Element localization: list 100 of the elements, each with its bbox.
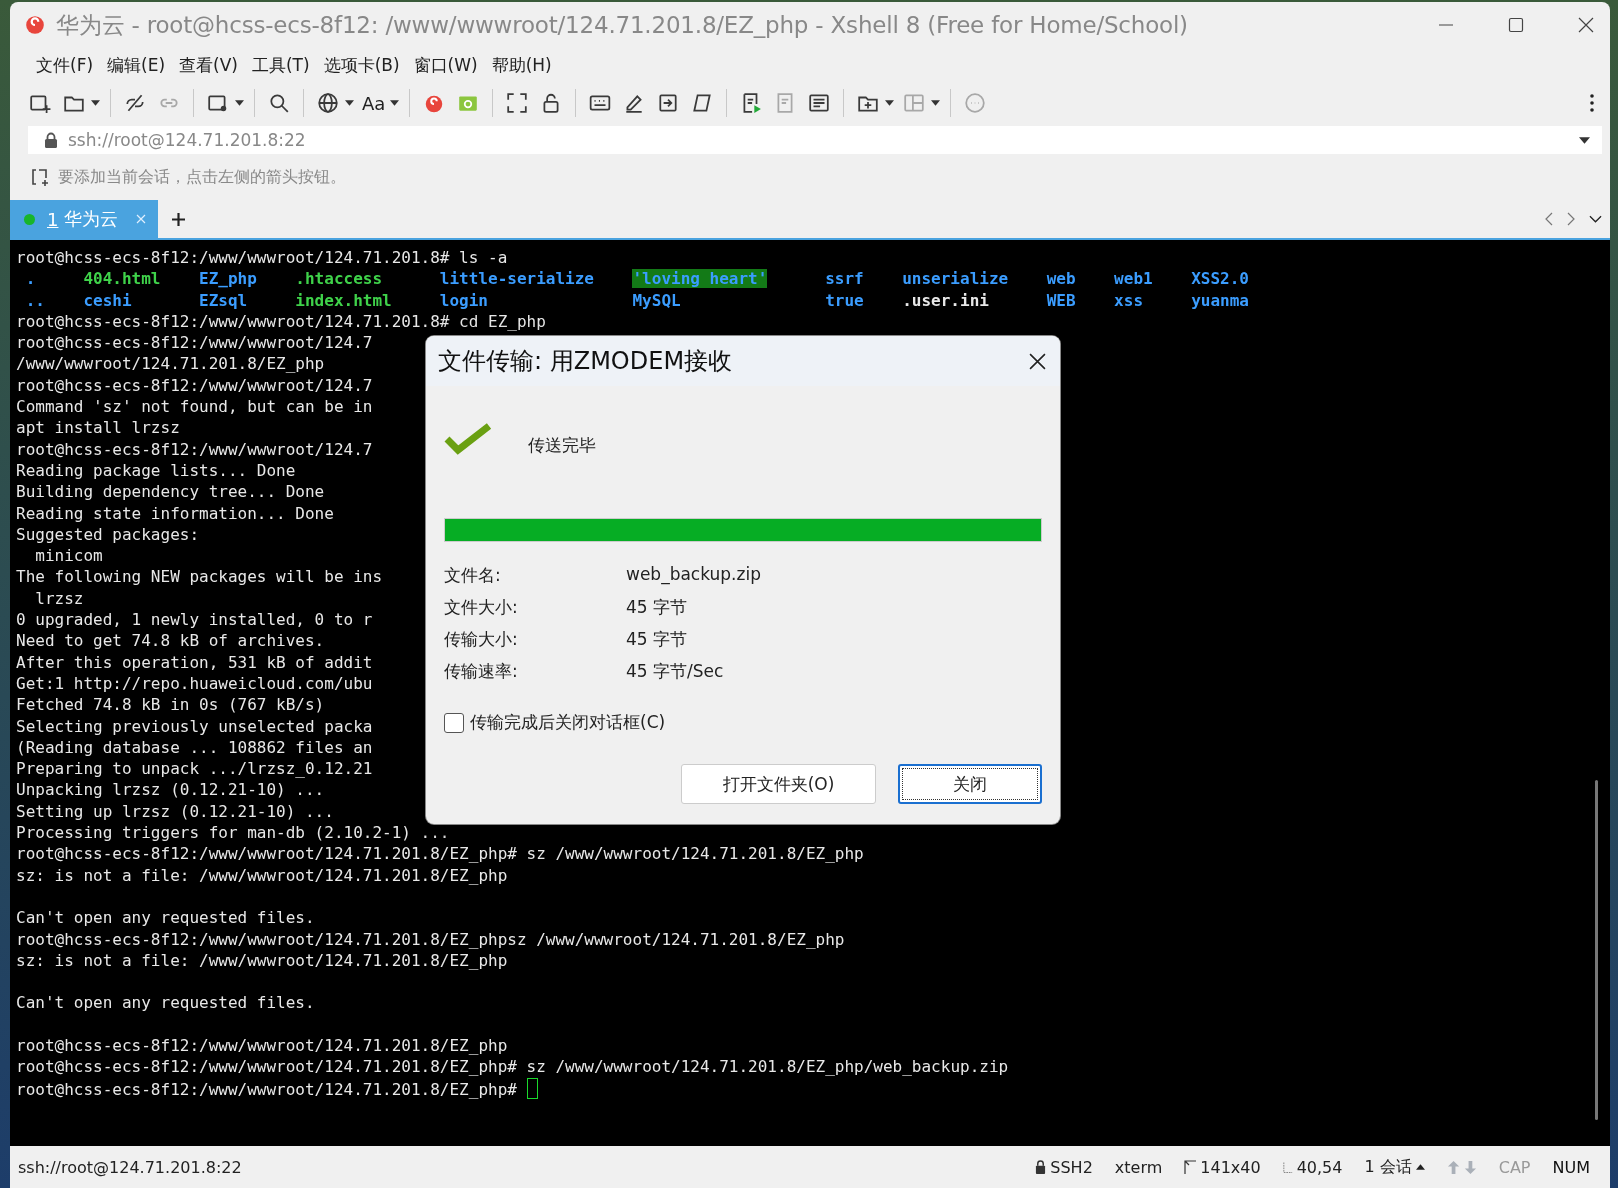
terminal-line: 0 upgraded, 1 newly installed, 0 to r [16, 610, 373, 630]
file-name: true [825, 290, 864, 310]
dropdown-icon[interactable] [1579, 136, 1590, 144]
terminal-line: Processing triggers for man-db (2.10.2-1) ... [16, 823, 450, 842]
file-name: login [439, 290, 488, 310]
terminal[interactable] [10, 240, 1610, 1146]
close-button[interactable]: 关闭 [898, 764, 1042, 804]
fullscreen-icon[interactable] [506, 92, 529, 114]
chevron-down-icon[interactable] [1589, 215, 1602, 223]
menu-item[interactable]: 编辑(E) [101, 51, 172, 79]
script-icon[interactable] [691, 92, 714, 114]
terminal-line: apt install lrzsz [16, 418, 180, 438]
position-text: 40,54 [1296, 1157, 1343, 1177]
chevron-left-icon[interactable] [1545, 212, 1553, 226]
terminal-line: Reading state information... Done [16, 503, 334, 523]
terminal-line: Suggested packages: [16, 524, 200, 544]
caret-icon[interactable] [235, 100, 244, 106]
menu-item[interactable]: 帮助(H) [485, 51, 558, 79]
key-indicator: CAP [1498, 1157, 1531, 1177]
terminal-line: (Reading database ... 108862 files an [16, 737, 373, 757]
terminal-line: root@hcss-ecs-8f12:/www/wwwroot/124.71.201.8/EZ_php [16, 1036, 508, 1055]
terminal-line: root@hcss-ecs-8f12:/www/wwwroot/124.71.201.8# cd EZ_php [16, 311, 546, 331]
file-name: little-serialize [439, 269, 594, 289]
scrollbar[interactable] [1595, 780, 1598, 1120]
terminal-line: The following NEW packages will be ins [16, 567, 383, 587]
size-text: 141x40 [1200, 1157, 1261, 1177]
terminal-line: root@hcss-ecs-8f12:/www/wwwroot/124.7 [16, 439, 373, 459]
terminal-line: After this operation, 531 kB of addit [16, 652, 373, 672]
lock-icon [1035, 1160, 1047, 1174]
terminal-line: Fetched 74.8 kB in 0s (767 kB/s) [16, 695, 325, 715]
terminal-line: lrzsz [34, 588, 84, 608]
swirl-logo-icon [24, 14, 46, 36]
address-field[interactable]: ssh://root@124.71.201.8:22 [28, 126, 1602, 154]
file-name: ssrf [825, 269, 864, 289]
terminal-line: Can't open any requested files. [16, 993, 315, 1013]
terminal-line: Setting up lrzsz (0.12.21-10) ... [16, 801, 334, 821]
field-value: 45 字节 [626, 628, 689, 651]
file-name: ceshi [83, 290, 132, 310]
caret-icon[interactable] [931, 100, 941, 106]
caret-icon[interactable] [91, 100, 100, 106]
field-label: 文件名: [444, 564, 502, 587]
terminal-line: minicom [34, 546, 103, 566]
terminal-line: Unpacking lrzsz (0.12.21-10) ... [16, 780, 325, 800]
file-name: .user.ini [902, 290, 989, 310]
search-icon[interactable] [268, 92, 290, 114]
file-name: EZsql [199, 290, 248, 310]
close-icon[interactable] [1029, 352, 1046, 370]
file-name: WEB [1046, 290, 1076, 310]
lock-icon [44, 132, 58, 148]
plus-icon[interactable] [172, 212, 186, 226]
chevron-right-icon[interactable] [1567, 212, 1575, 226]
file-name: index.html [295, 290, 392, 310]
sessions-text: 1 会话 [1364, 1156, 1412, 1178]
file-name: .. [25, 290, 45, 310]
field-value: web_backup.zip [626, 564, 762, 587]
more-icon[interactable] [1590, 93, 1594, 113]
caret-icon[interactable] [390, 100, 400, 106]
caret-up-icon[interactable] [1415, 1164, 1425, 1170]
add-session-icon[interactable] [30, 167, 50, 187]
broken-link-icon[interactable] [124, 92, 146, 114]
checkmark-icon [444, 423, 492, 457]
menu-item[interactable]: 工具(T) [245, 51, 316, 79]
menu-item[interactable]: 选项卡(B) [317, 51, 406, 79]
file-name: web [1046, 269, 1076, 289]
import-icon[interactable] [657, 92, 680, 114]
terminal-line: root@hcss-ecs-8f12:/www/wwwroot/124.71.201.8# ls -a [16, 248, 508, 267]
file-name: .htaccess [295, 269, 383, 289]
caret-icon[interactable] [345, 100, 354, 106]
resize-icon [1184, 1160, 1197, 1174]
file-name: unserialize [902, 269, 1009, 289]
terminal-line: Selecting previously unselected packa [16, 716, 373, 736]
file-name: 404.html [83, 269, 161, 289]
field-label: 传输速率: [444, 660, 519, 683]
file-name: MySQL [632, 290, 681, 310]
terminal-line: root@hcss-ecs-8f12:/www/wwwroot/124.71.201.8/EZ_php# sz /www/wwwroot/124.71.201.8/EZ_php [16, 844, 864, 864]
menu-item[interactable]: 文件(F) [30, 51, 100, 79]
menu-item[interactable]: 窗口(W) [407, 51, 484, 79]
dialog-title: 文件传输: 用ZMODEM接收 [438, 346, 733, 377]
terminal-line: sz: is not a file: /www/wwwroot/124.71.201.8/EZ_php [16, 950, 508, 970]
field-label: 传输大小: [444, 628, 519, 651]
terminal-line: Preparing to unpack .../lrzsz_0.12.21 [16, 759, 373, 779]
hint-text: 要添加当前会话，点击左侧的箭头按钮。 [58, 166, 346, 188]
globe-icon[interactable] [317, 92, 339, 114]
terminal-line: root@hcss-ecs-8f12:/www/wwwroot/124.71.201.8/EZ_phpsz /www/wwwroot/124.71.201.8/EZ_php [16, 929, 845, 949]
file-name: . [25, 269, 36, 289]
menu-item[interactable]: 查看(V) [173, 51, 244, 79]
field-value: 45 字节/Sec [626, 660, 725, 683]
file-name: xss [1114, 290, 1143, 310]
list-document-icon[interactable] [808, 92, 831, 114]
cursor [526, 1077, 538, 1099]
open-folder-button[interactable]: 打开文件夹(O) [681, 764, 876, 804]
close-icon[interactable] [1576, 15, 1596, 35]
maximize-icon[interactable] [1506, 15, 1526, 35]
caret-icon[interactable] [885, 100, 895, 106]
file-name: XSS2.0 [1191, 269, 1249, 289]
close-after-checkbox[interactable]: 传输完成后关闭对话框(C) [444, 711, 666, 734]
protocol-text: SSH2 [1050, 1157, 1093, 1177]
terminal-line: Need to get 74.8 kB of archives. [16, 631, 325, 651]
font-button[interactable]: Aa [360, 92, 388, 114]
terminal-line: Get:1 http://repo.huaweicloud.com/ubu [16, 673, 373, 693]
